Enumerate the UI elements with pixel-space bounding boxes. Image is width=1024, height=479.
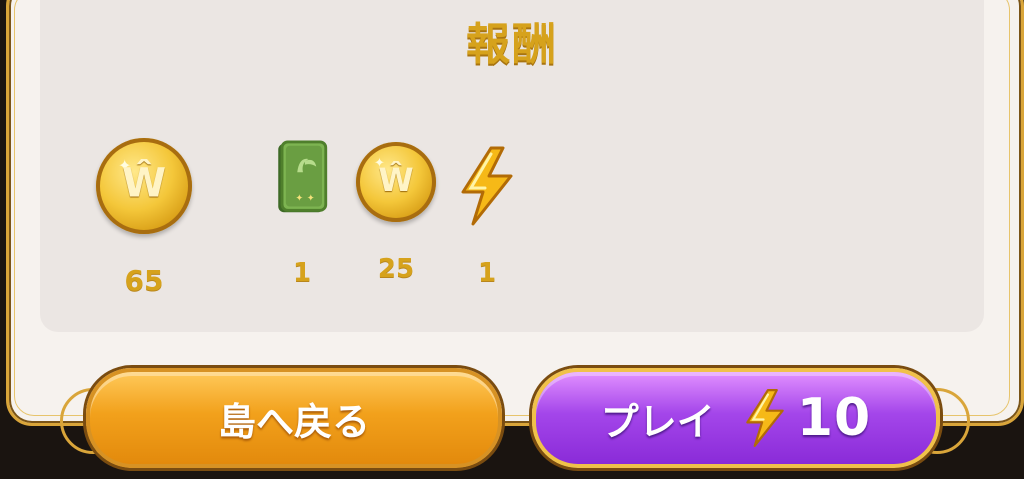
green-book-icon: ✦ ✦	[278, 140, 328, 213]
lightning-bolt-icon	[461, 146, 513, 226]
reward-item-coin: ✦ Ŵ 65	[94, 138, 194, 297]
play-cost: 10	[796, 388, 872, 448]
reward-item-book: ✦ ✦ 1	[272, 140, 332, 288]
play-label: プレイ	[600, 399, 715, 444]
reward-quantity: 1	[292, 258, 312, 288]
gold-coin-icon: ✦ Ŵ	[96, 138, 192, 234]
lightning-bolt-icon	[746, 389, 784, 447]
reward-item-energy: 1	[456, 146, 518, 288]
reward-item-coin: ✦ Ŵ 25	[354, 142, 438, 284]
dialog-title: 報酬	[466, 19, 558, 70]
gold-coin-icon: ✦ Ŵ	[356, 142, 436, 222]
svg-text:✦: ✦	[307, 193, 315, 204]
svg-text:✦: ✦	[295, 193, 303, 204]
play-button[interactable]: プレイ 10	[532, 368, 940, 468]
reward-quantity: 65	[124, 264, 164, 297]
back-to-island-button[interactable]: 島へ戻る	[86, 368, 502, 468]
back-to-island-label: 島へ戻る	[217, 399, 370, 444]
reward-quantity: 1	[477, 258, 497, 288]
reward-quantity: 25	[377, 254, 415, 284]
